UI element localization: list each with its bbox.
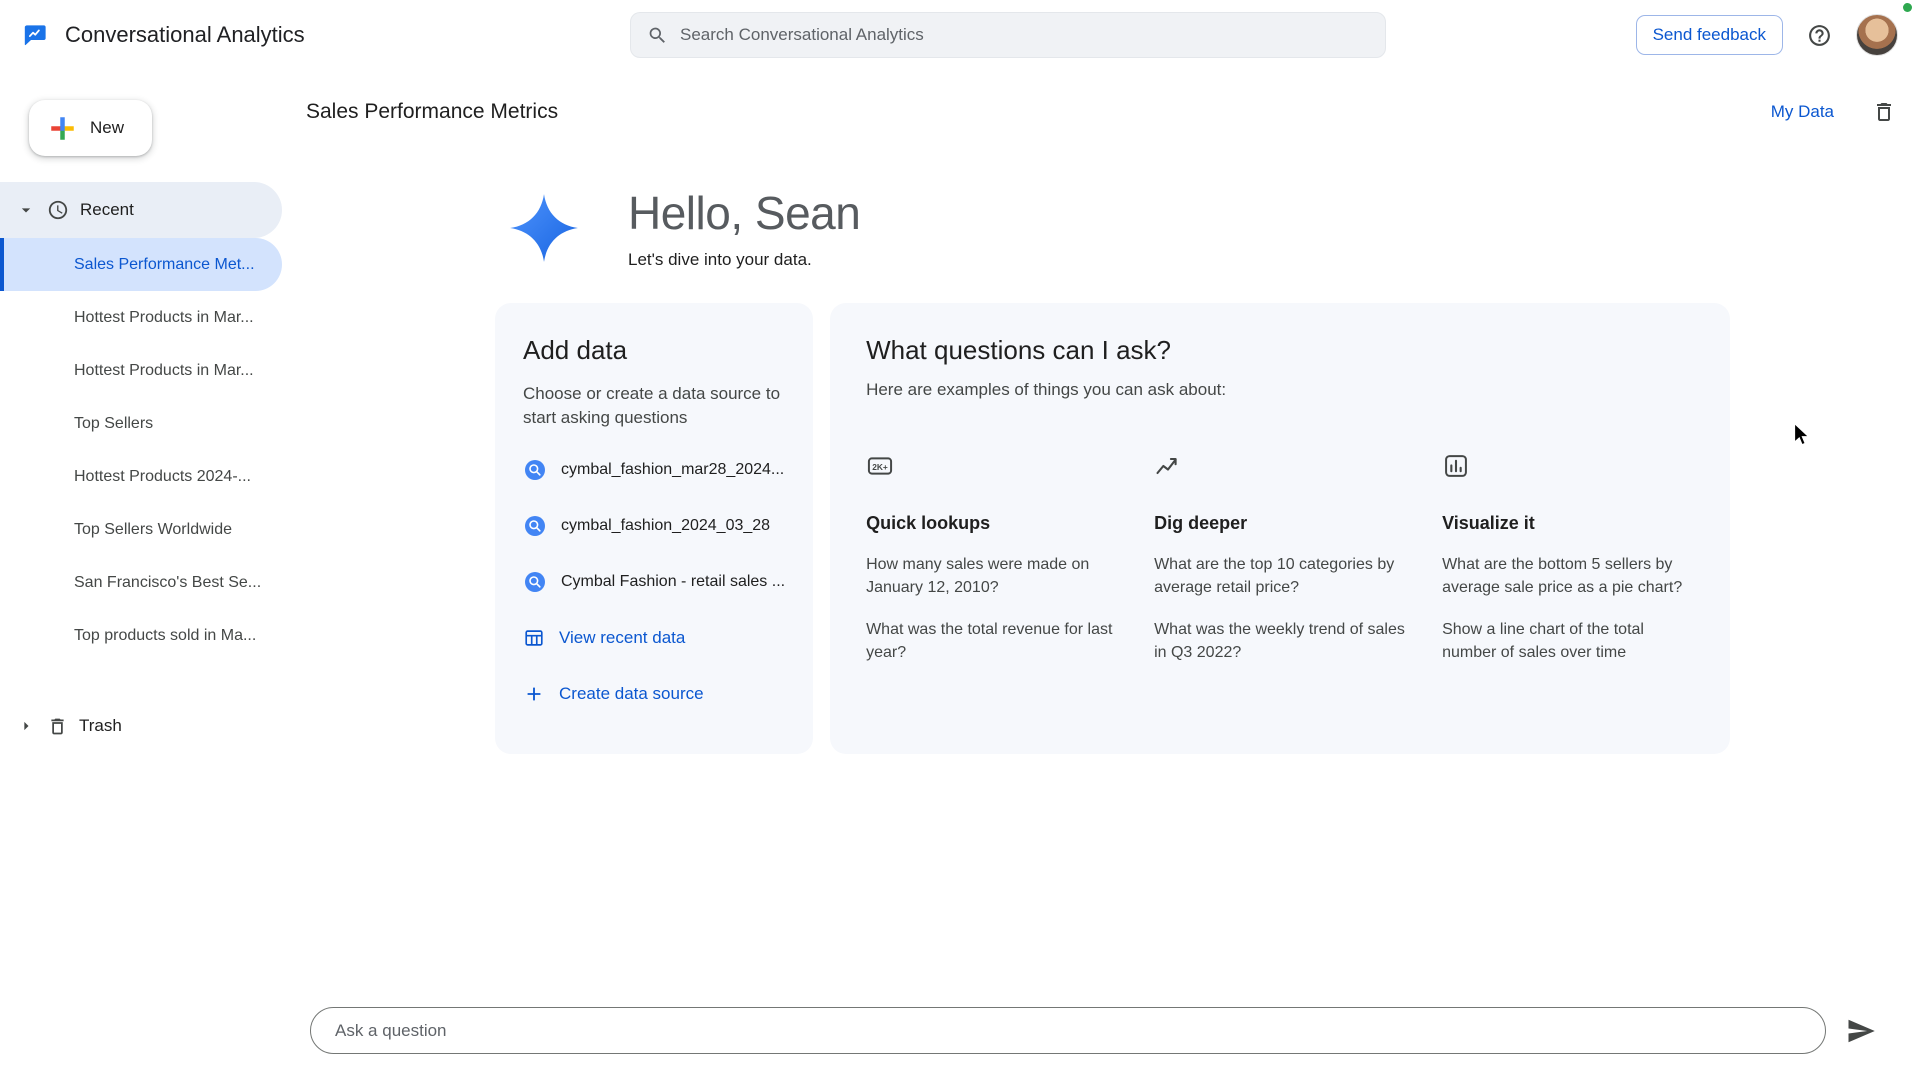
search-input[interactable]: [680, 25, 1369, 45]
my-data-link[interactable]: My Data: [1771, 102, 1834, 122]
question-categories: 2K+ Quick lookups How many sales were ma…: [866, 452, 1694, 665]
main-content: Sales Performance Metrics My Data: [282, 70, 1920, 1080]
top-header: Conversational Analytics Send feedback: [0, 0, 1920, 70]
category-visualize-it: Visualize it What are the bottom 5 selle…: [1442, 452, 1694, 665]
app-logo-icon: [22, 22, 49, 49]
body-row: New Recent Sales Performance Met... Hott…: [0, 70, 1920, 1080]
data-source-label: cymbal_fashion_mar28_2024...: [561, 461, 784, 479]
example-question: What was the total revenue for last year…: [866, 619, 1118, 664]
data-source-label: cymbal_fashion_2024_03_28: [561, 517, 770, 535]
category-title: Quick lookups: [866, 513, 1118, 534]
data-source-label: Cymbal Fashion - retail sales ...: [561, 573, 785, 591]
greeting-text: Hello, Sean Let's dive into your data.: [628, 186, 860, 270]
new-button-label: New: [90, 118, 124, 138]
plus-icon: [523, 683, 545, 705]
add-data-card: Add data Choose or create a data source …: [495, 303, 813, 754]
greeting-block: Hello, Sean Let's dive into your data.: [495, 186, 1720, 270]
chevron-down-icon: [16, 200, 36, 220]
help-icon[interactable]: [1807, 23, 1832, 48]
ask-question-input[interactable]: [310, 1007, 1826, 1054]
recording-indicator-dot: [1903, 3, 1912, 12]
sidebar-recent-item[interactable]: Sales Performance Met...: [0, 238, 282, 291]
2k-badge-icon: 2K+: [866, 452, 894, 480]
trash-label: Trash: [79, 716, 122, 736]
header-actions: Send feedback: [1636, 14, 1898, 56]
plus-icon: [49, 115, 76, 142]
header-brand: Conversational Analytics: [22, 22, 305, 49]
data-source-list: cymbal_fashion_mar28_2024... cymbal_fash…: [523, 442, 785, 722]
search-icon: [647, 25, 668, 46]
data-source-item[interactable]: cymbal_fashion_2024_03_28: [523, 498, 785, 554]
view-recent-data-link[interactable]: View recent data: [523, 610, 785, 666]
example-question: What was the weekly trend of sales in Q3…: [1154, 619, 1406, 664]
cards-row: Add data Choose or create a data source …: [495, 303, 1720, 754]
bigquery-source-icon: [523, 570, 547, 594]
line-chart-icon: [1154, 452, 1182, 480]
questions-title: What questions can I ask?: [866, 335, 1694, 366]
bigquery-source-icon: [523, 458, 547, 482]
add-data-description: Choose or create a data source to start …: [523, 382, 781, 430]
data-source-item[interactable]: cymbal_fashion_mar28_2024...: [523, 442, 785, 498]
create-data-source-link[interactable]: Create data source: [523, 666, 785, 722]
view-recent-data-label: View recent data: [559, 628, 685, 648]
main-top-actions: My Data: [1771, 100, 1896, 124]
category-quick-lookups: 2K+ Quick lookups How many sales were ma…: [866, 452, 1118, 665]
send-icon[interactable]: [1846, 1016, 1876, 1046]
sidebar-recent-item[interactable]: Top products sold in Ma...: [0, 609, 282, 662]
app-title: Conversational Analytics: [65, 22, 305, 48]
composer: [310, 1007, 1876, 1054]
bigquery-source-icon: [523, 514, 547, 538]
questions-card: What questions can I ask? Here are examp…: [830, 303, 1730, 754]
sidebar-section-trash[interactable]: Trash: [0, 698, 282, 754]
sidebar-section-recent[interactable]: Recent: [0, 182, 282, 238]
sidebar: New Recent Sales Performance Met... Hott…: [0, 70, 282, 1080]
recent-list: Sales Performance Met... Hottest Product…: [0, 238, 282, 662]
sidebar-recent-item[interactable]: San Francisco's Best Se...: [0, 556, 282, 609]
main-top-bar: Sales Performance Metrics My Data: [306, 100, 1896, 124]
questions-subtitle: Here are examples of things you can ask …: [866, 380, 1694, 400]
sidebar-recent-item[interactable]: Hottest Products in Mar...: [0, 291, 282, 344]
sidebar-recent-item[interactable]: Top Sellers: [0, 397, 282, 450]
create-data-source-label: Create data source: [559, 684, 704, 704]
example-question: How many sales were made on January 12, …: [866, 554, 1118, 599]
greeting-subtitle: Let's dive into your data.: [628, 250, 860, 270]
sidebar-recent-item[interactable]: Hottest Products in Mar...: [0, 344, 282, 397]
add-data-title: Add data: [523, 335, 785, 366]
content-column: Hello, Sean Let's dive into your data. A…: [495, 186, 1720, 754]
sidebar-recent-item[interactable]: Top Sellers Worldwide: [0, 503, 282, 556]
category-title: Dig deeper: [1154, 513, 1406, 534]
trash-icon: [47, 716, 68, 737]
sidebar-recent-item[interactable]: Hottest Products 2024-...: [0, 450, 282, 503]
example-question: What are the top 10 categories by averag…: [1154, 554, 1406, 599]
category-title: Visualize it: [1442, 513, 1694, 534]
gemini-spark-icon: [507, 191, 581, 265]
delete-conversation-icon[interactable]: [1872, 100, 1896, 124]
chevron-right-icon: [16, 716, 36, 736]
clock-icon: [47, 199, 69, 221]
new-button[interactable]: New: [29, 100, 152, 156]
table-icon: [523, 627, 545, 649]
category-dig-deeper: Dig deeper What are the top 10 categorie…: [1154, 452, 1406, 665]
send-feedback-button[interactable]: Send feedback: [1636, 15, 1783, 55]
avatar[interactable]: [1856, 14, 1898, 56]
page-title: Sales Performance Metrics: [306, 100, 558, 124]
bar-chart-icon: [1442, 452, 1470, 480]
search-bar: [630, 12, 1386, 58]
example-question: Show a line chart of the total number of…: [1442, 619, 1694, 664]
data-source-item[interactable]: Cymbal Fashion - retail sales ...: [523, 554, 785, 610]
recent-label: Recent: [80, 200, 134, 220]
svg-text:2K+: 2K+: [872, 462, 888, 472]
example-question: What are the bottom 5 sellers by average…: [1442, 554, 1694, 599]
greeting-title: Hello, Sean: [628, 186, 860, 240]
